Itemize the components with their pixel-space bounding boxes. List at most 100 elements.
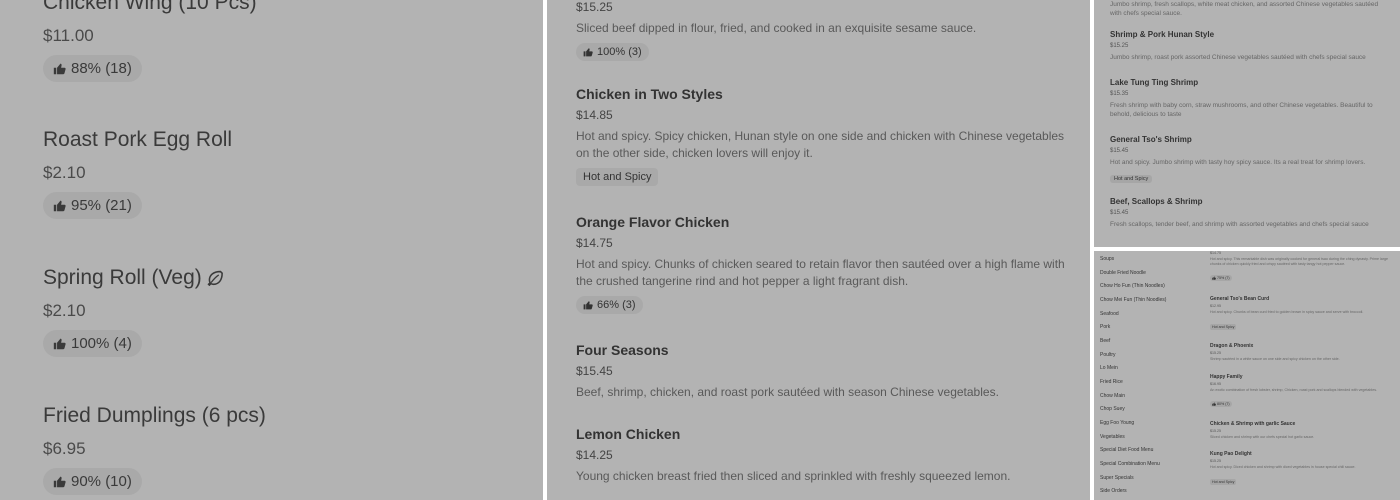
menu-item[interactable]: Kung Pao Delight $15.25 Hot and spicy. D… <box>1210 451 1394 488</box>
menu-panel-tiny: Soups Double Fried Noodle Chow Ho Fun (T… <box>1094 251 1400 500</box>
menu-item[interactable]: Chicken in Two Styles $14.85 Hot and spi… <box>576 86 1076 186</box>
thumbs-up-icon <box>583 48 593 57</box>
item-name: Chicken & Shrimp with garlic Sauce <box>1210 421 1296 427</box>
spicy-tag: Hot and Spicy <box>1210 324 1237 330</box>
item-description: Hot and spicy. Chunks of chicken seared … <box>576 257 1065 288</box>
nav-item-special-combination[interactable]: Special Combination Menu <box>1100 461 1160 467</box>
nav-item-special-diet[interactable]: Special Diet Food Menu <box>1100 447 1153 453</box>
rating-badge: 100% (4) <box>43 330 142 357</box>
menu-item[interactable]: Fried Dumplings (6 pcs) $6.95 90% (10) <box>43 404 266 495</box>
menu-item[interactable]: Roast Pork Egg Roll $2.10 95% (21) <box>43 128 232 219</box>
rating-badge: 80% (7) <box>1210 401 1232 407</box>
nav-item-super-specials[interactable]: Super Specials <box>1100 475 1134 481</box>
item-price: $15.45 <box>1110 148 1129 154</box>
item-price: $11.00 <box>43 26 94 45</box>
nav-item-chow-ho-fun[interactable]: Chow Ho Fun (Thin Noodles) <box>1100 283 1165 289</box>
thumbs-up-icon <box>1212 276 1216 280</box>
rating-text: 90% (10) <box>71 473 132 490</box>
item-name: General Tso's Bean Curd <box>1210 296 1270 302</box>
thumbs-up-icon <box>53 476 66 488</box>
nav-item-fried-rice[interactable]: Fried Rice <box>1100 379 1123 385</box>
rating-text: 100% (3) <box>597 46 642 58</box>
rating-badge: 66% (3) <box>576 296 643 314</box>
item-description: Hot and spicy. Diced chicken and shrimp … <box>1210 465 1356 469</box>
menu-item[interactable]: Jumbo shrimp, fresh scallops, white meat… <box>1110 0 1390 18</box>
nav-item-seafood[interactable]: Seafood <box>1100 311 1119 317</box>
item-price: $15.25 <box>1210 429 1221 433</box>
nav-item-egg-foo-young[interactable]: Egg Foo Young <box>1100 420 1134 426</box>
item-name: Kung Pao Delight <box>1210 451 1252 457</box>
item-name: Happy Family <box>1210 374 1243 380</box>
item-price: $15.25 <box>1210 351 1221 355</box>
spicy-tag: Hot and Spicy <box>1110 175 1153 183</box>
menu-item[interactable]: Chicken Wing (10 Pcs) $11.00 88% (18) <box>43 0 257 82</box>
item-name: Orange Flavor Chicken <box>576 214 730 230</box>
item-name: Lemon Chicken <box>576 426 681 442</box>
item-name: Spring Roll (Veg) <box>43 266 223 290</box>
item-price: $15.25 <box>1210 459 1221 463</box>
item-description: Fresh scallops, tender beef, and shrimp … <box>1110 221 1369 228</box>
nav-item-poultry[interactable]: Poultry <box>1100 352 1116 358</box>
nav-item-pork[interactable]: Pork <box>1100 324 1110 330</box>
nav-item-beef[interactable]: Beef <box>1100 338 1110 344</box>
menu-item[interactable]: General Tso's Shrimp $15.45 Hot and spic… <box>1110 135 1390 185</box>
item-name: Shrimp & Pork Hunan Style <box>1110 30 1215 39</box>
menu-item[interactable]: Orange Flavor Chicken $14.75 Hot and spi… <box>576 214 1076 315</box>
item-name: Chicken Wing (10 Pcs) <box>43 0 257 14</box>
thumbs-up-icon <box>53 200 66 212</box>
rating-text: 80% (7) <box>1217 402 1230 406</box>
item-description: Beef, shrimp, chicken, and roast pork sa… <box>576 385 999 399</box>
item-description: Jumbo shrimp, roast pork assorted Chines… <box>1110 54 1366 61</box>
item-price: $16.95 <box>1210 382 1221 386</box>
menu-item[interactable]: Beef, Scallops & Shrimp $15.45 Fresh sca… <box>1110 197 1390 229</box>
menu-item[interactable]: Shrimp & Pork Hunan Style $15.25 Jumbo s… <box>1110 30 1390 62</box>
item-description: Young chicken breast fried then sliced a… <box>576 469 1011 483</box>
item-description: Sliced chicken and shrimp with our chefs… <box>1210 435 1315 439</box>
rating-badge: 100% (3) <box>576 43 649 61</box>
rating-badge: 75% (7) <box>1210 275 1232 281</box>
menu-item[interactable]: Spring Roll (Veg) $2.10 100% (4) <box>43 266 223 357</box>
menu-item[interactable]: Lemon Chicken $14.25 Young chicken breas… <box>576 426 1076 485</box>
rating-badge: 90% (10) <box>43 468 142 495</box>
item-description: Hot and spicy. Spicy chicken, Hunan styl… <box>576 129 1065 160</box>
item-name: Roast Pork Egg Roll <box>43 128 233 151</box>
thumbs-up-icon <box>583 301 593 310</box>
menu-item[interactable]: Lake Tung Ting Shrimp $15.35 Fresh shrim… <box>1110 78 1390 119</box>
item-price: $6.95 <box>43 439 86 458</box>
menu-item[interactable]: General Tso's Bean Curd $12.95 Hot and s… <box>1210 296 1394 333</box>
item-name-text: Spring Roll (Veg) <box>43 266 202 289</box>
nav-item-chop-suey[interactable]: Chop Suey <box>1100 406 1125 412</box>
rating-text: 75% (7) <box>1217 276 1230 280</box>
rating-badge: 95% (21) <box>43 192 142 219</box>
rating-text: 88% (18) <box>71 60 132 77</box>
nav-item-chow-mei-fun[interactable]: Chow Mei Fun (Thin Noodles) <box>1100 297 1166 303</box>
menu-item[interactable]: Four Seasons $15.45 Beef, shrimp, chicke… <box>576 342 1076 401</box>
nav-item-side-orders[interactable]: Side Orders <box>1100 488 1127 494</box>
nav-item-soups[interactable]: Soups <box>1100 256 1114 262</box>
item-description: Shrimp sautéed in a white sauce on one s… <box>1210 357 1340 361</box>
item-price: $14.75 <box>576 236 613 250</box>
menu-item[interactable]: Chicken & Shrimp with garlic Sauce $15.2… <box>1210 421 1394 440</box>
item-name: Dragon & Phoenix <box>1210 343 1254 349</box>
menu-item[interactable]: $15.25 Sliced beef dipped in flour, frie… <box>576 0 1076 62</box>
item-price: $2.10 <box>43 163 86 182</box>
item-price: $14.85 <box>576 108 613 122</box>
item-name: General Tso's Shrimp <box>1110 135 1192 144</box>
item-description: An exotic combination of fresh lobster, … <box>1210 388 1377 392</box>
nav-item-double-fried-noodle[interactable]: Double Fried Noodle <box>1100 270 1146 276</box>
item-description: Hot and spicy. This remarkable dish was … <box>1210 257 1388 266</box>
rating-text: 95% (21) <box>71 197 132 214</box>
menu-item[interactable]: $14.75 Hot and spicy. This remarkable di… <box>1210 251 1394 285</box>
nav-item-lo-mein[interactable]: Lo Mein <box>1100 365 1118 371</box>
thumbs-up-icon <box>53 338 66 350</box>
thumbs-up-icon <box>1212 402 1216 406</box>
rating-text: 66% (3) <box>597 299 636 311</box>
nav-item-chow-main[interactable]: Chow Main <box>1100 393 1125 399</box>
item-price: $15.35 <box>1110 91 1129 97</box>
item-name: Lake Tung Ting Shrimp <box>1110 78 1199 87</box>
thumbs-up-icon <box>53 63 66 75</box>
menu-item[interactable]: Happy Family $16.95 An exotic combinatio… <box>1210 374 1394 411</box>
nav-item-vegetables[interactable]: Vegetables <box>1100 434 1125 440</box>
item-price: $2.10 <box>43 301 86 320</box>
menu-item[interactable]: Dragon & Phoenix $15.25 Shrimp sautéed i… <box>1210 343 1394 362</box>
